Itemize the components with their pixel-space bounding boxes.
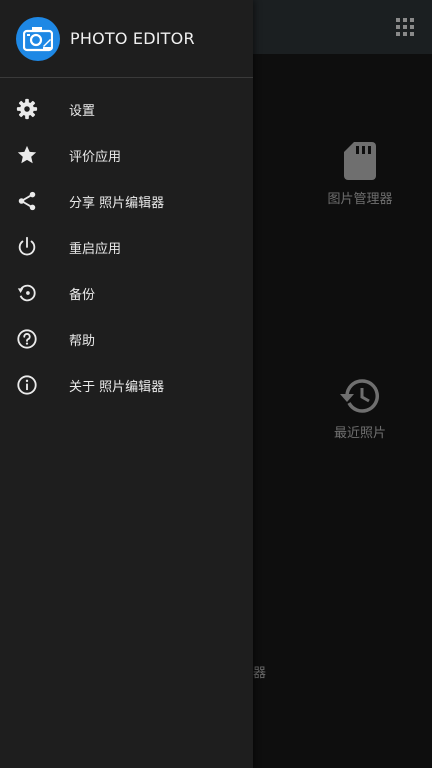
history-icon xyxy=(340,379,379,413)
app-logo xyxy=(16,17,60,61)
share-icon xyxy=(18,191,36,211)
photo-manager-tile[interactable]: 图片管理器 xyxy=(270,142,432,207)
app-title: PHOTO EDITOR xyxy=(70,29,195,48)
backup-icon xyxy=(17,284,36,302)
gear-icon xyxy=(16,98,38,120)
drawer-header: PHOTO EDITOR xyxy=(0,0,253,78)
apps-grid-icon[interactable] xyxy=(396,18,414,36)
menu-label-settings: 设置 xyxy=(69,103,96,119)
menu-label-rate-app: 评价应用 xyxy=(69,149,122,165)
menu-label-share: 分享 照片编辑器 xyxy=(69,195,165,211)
navigation-drawer: PHOTO EDITOR 设置 评价应用 分享 照片编辑器 重启应用 备份 帮助… xyxy=(0,0,253,768)
photo-manager-label: 图片管理器 xyxy=(327,192,393,207)
menu-item-about[interactable]: 关于 照片编辑器 xyxy=(0,362,253,408)
menu-item-backup[interactable]: 备份 xyxy=(0,270,253,316)
menu-item-rate-app[interactable]: 评价应用 xyxy=(0,132,253,178)
sd-card-icon xyxy=(344,142,376,180)
recent-photos-tile[interactable]: 最近照片 xyxy=(270,378,432,441)
menu-item-share[interactable]: 分享 照片编辑器 xyxy=(0,178,253,224)
menu-item-restart[interactable]: 重启应用 xyxy=(0,224,253,270)
power-icon xyxy=(18,236,36,256)
recent-photos-label: 最近照片 xyxy=(333,426,386,441)
menu-item-help[interactable]: 帮助 xyxy=(0,316,253,362)
help-icon xyxy=(17,329,37,349)
partial-tile-label: 器 xyxy=(253,666,267,681)
menu-label-backup: 备份 xyxy=(69,287,96,303)
drawer-menu: 设置 评价应用 分享 照片编辑器 重启应用 备份 帮助 关于 照片编辑器 xyxy=(0,86,253,408)
star-icon xyxy=(17,145,37,164)
menu-label-restart: 重启应用 xyxy=(69,241,122,257)
menu-label-about: 关于 照片编辑器 xyxy=(69,379,165,395)
info-icon xyxy=(17,375,37,395)
camera-logo-icon xyxy=(23,27,53,52)
menu-item-settings[interactable]: 设置 xyxy=(0,86,253,132)
menu-label-help: 帮助 xyxy=(69,333,96,349)
